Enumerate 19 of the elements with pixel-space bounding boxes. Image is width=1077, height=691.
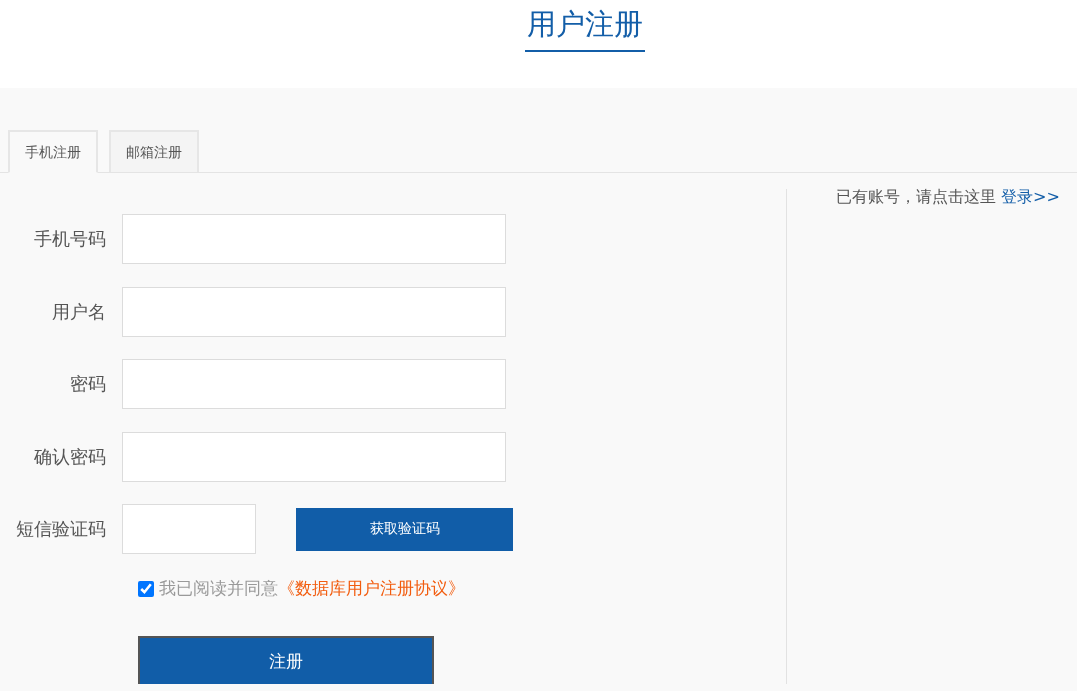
field-label: 短信验证码 xyxy=(15,517,107,541)
field-label: 手机号码 xyxy=(33,227,107,251)
field-label: 用户名 xyxy=(51,299,107,324)
login-hint: 已有账号，请点击这里 xyxy=(836,187,996,206)
login-link[interactable]: 登录>> xyxy=(1001,187,1060,206)
agree-checkbox[interactable] xyxy=(138,580,154,597)
field-label: 密码 xyxy=(69,372,107,396)
code-field[interactable] xyxy=(122,504,256,554)
password-field[interactable] xyxy=(122,359,506,409)
input-field[interactable] xyxy=(122,286,506,337)
input-field[interactable] xyxy=(122,214,506,264)
register-button[interactable]: 注册 xyxy=(138,636,434,684)
field-label: 确认密码 xyxy=(33,444,107,469)
agreement-text: 我已阅读并同意 xyxy=(159,577,278,600)
tab[interactable]: 手机注册 xyxy=(8,130,98,173)
tab[interactable]: 邮箱注册 xyxy=(109,130,199,172)
get-code-button[interactable]: 获取验证码 xyxy=(296,507,513,551)
page-title: 用户注册 xyxy=(524,2,645,52)
password-field[interactable] xyxy=(122,431,506,482)
